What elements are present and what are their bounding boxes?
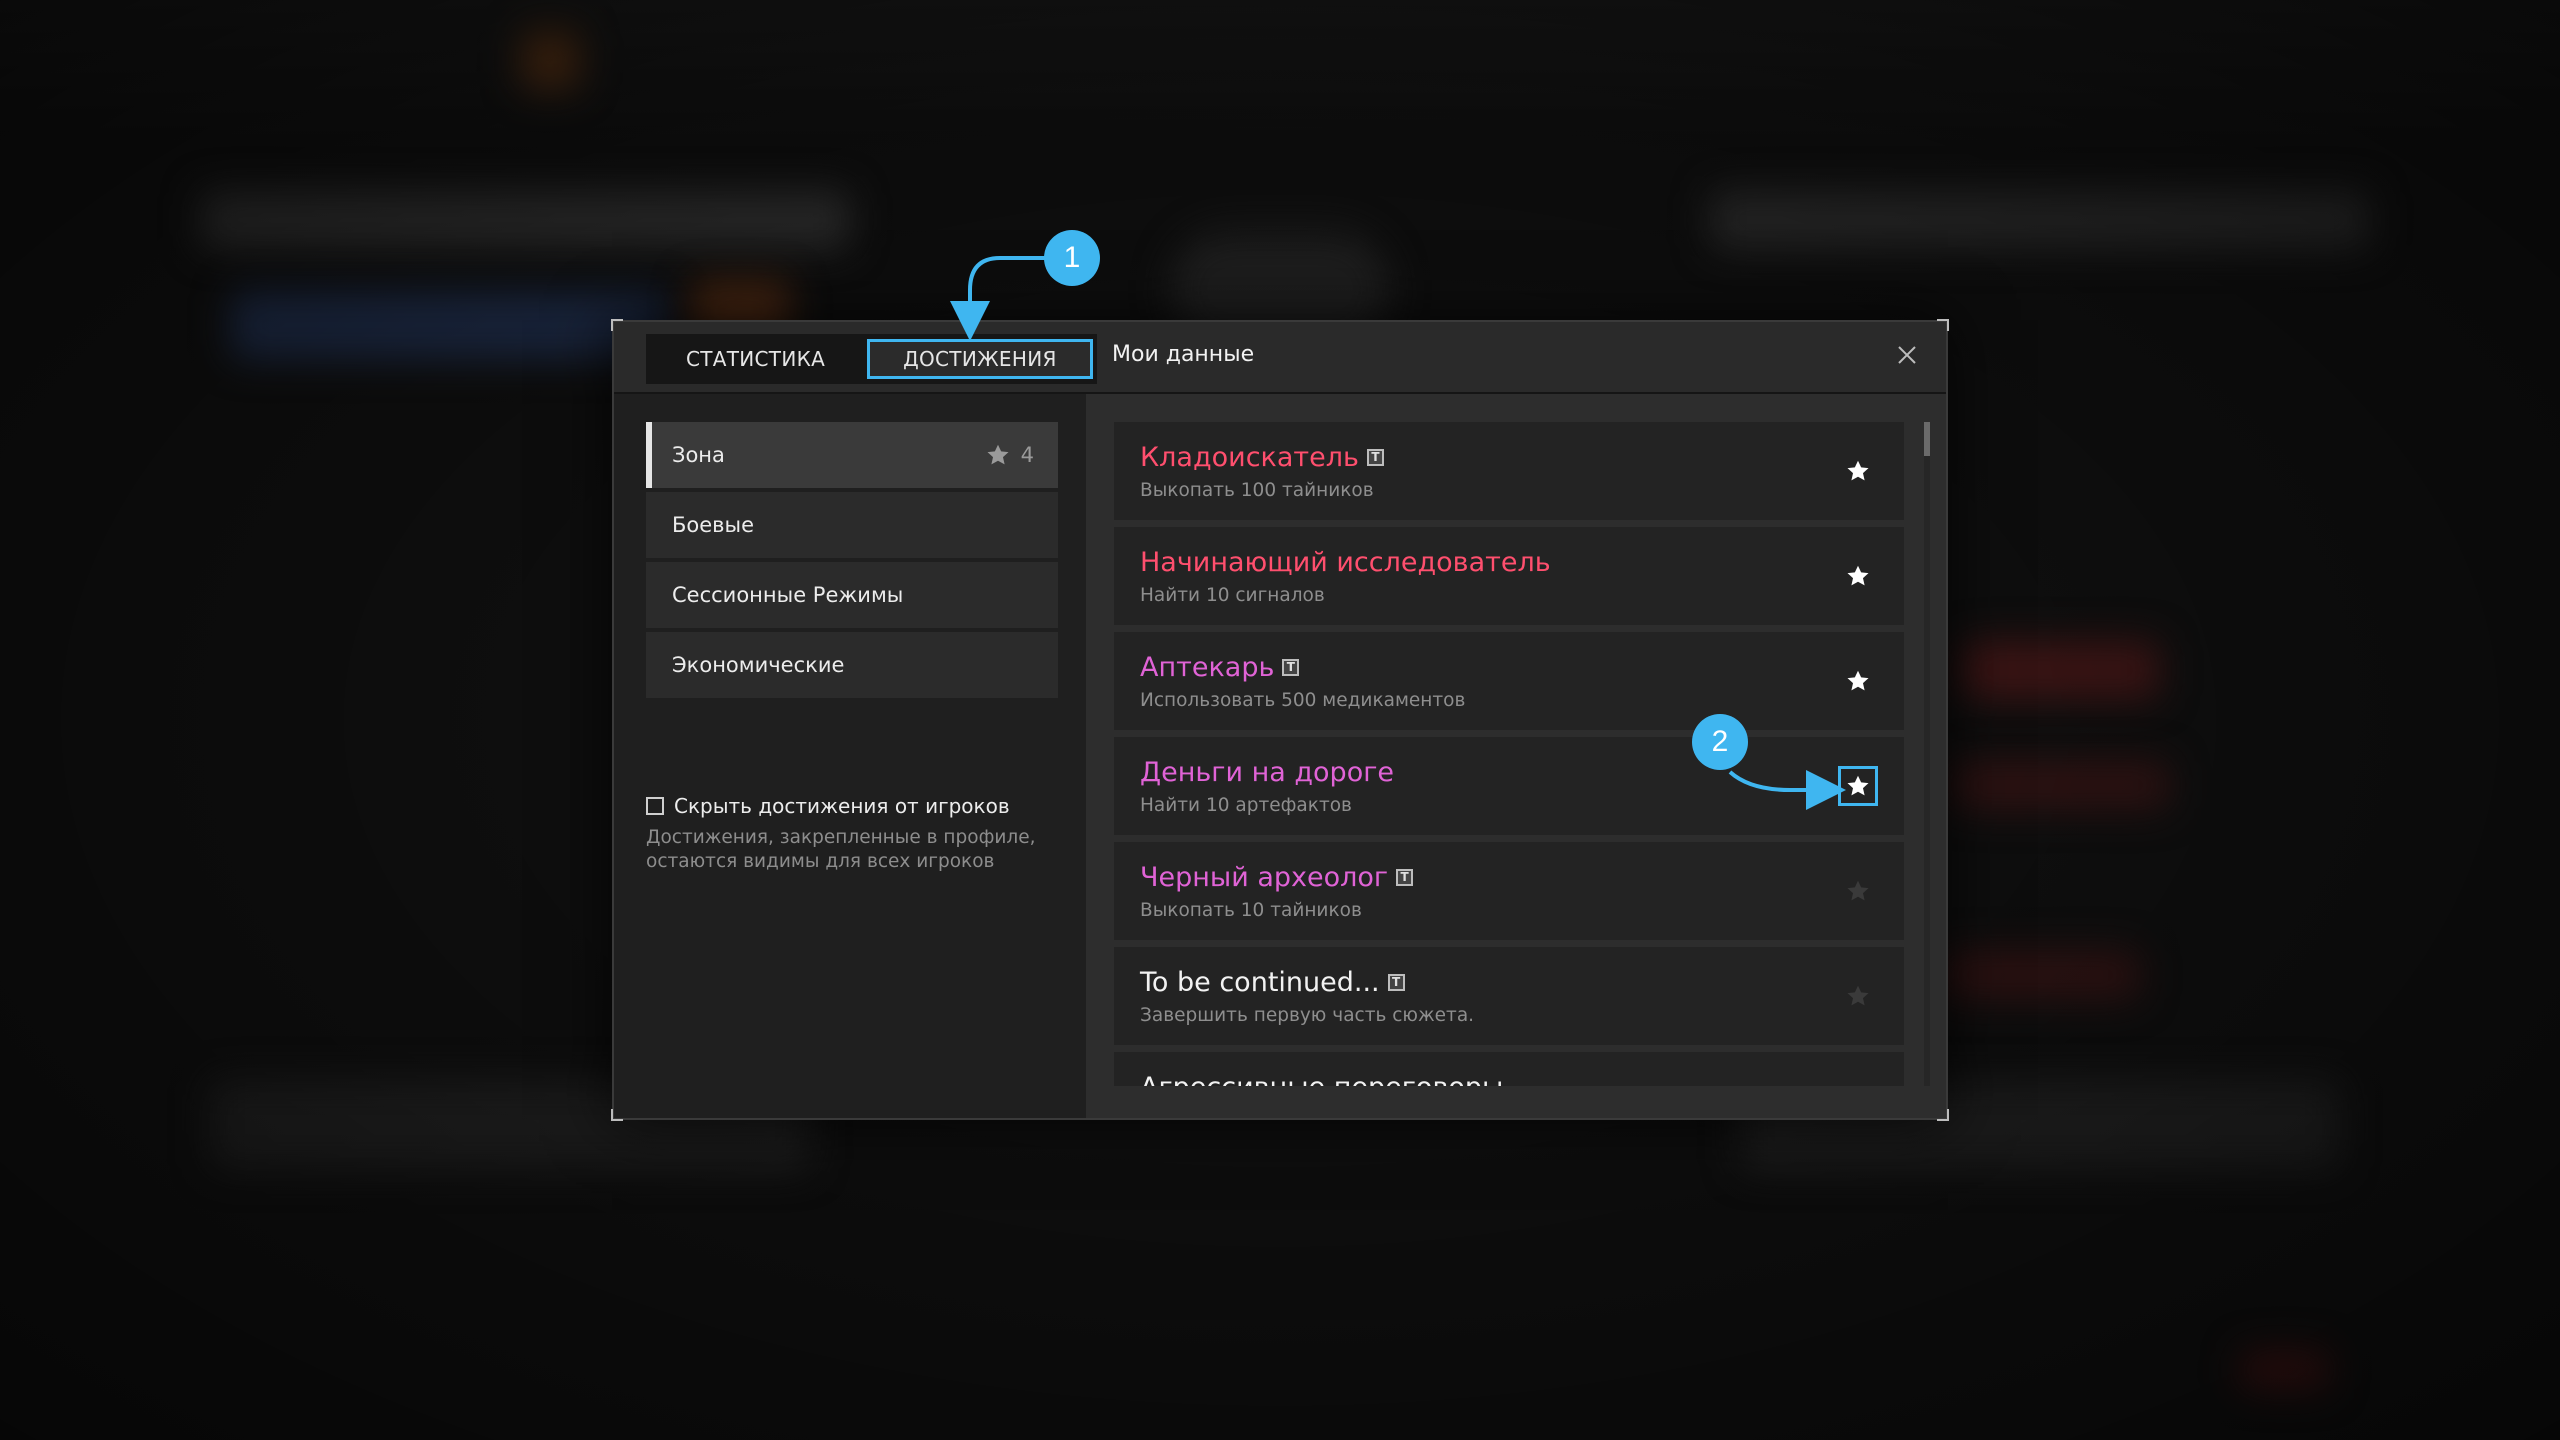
annotation-callout-1: 1 (1044, 230, 1100, 286)
annotation-callout-2: 2 (1692, 714, 1748, 770)
annotation-arrow-2 (1728, 770, 1846, 810)
annotation-arrow-1 (950, 256, 1046, 341)
game-screen: СТАТИСТИКА ДОСТИЖЕНИЯ Мои данные Зона 4 (0, 0, 2560, 1440)
annotation-arrows (950, 256, 1846, 810)
